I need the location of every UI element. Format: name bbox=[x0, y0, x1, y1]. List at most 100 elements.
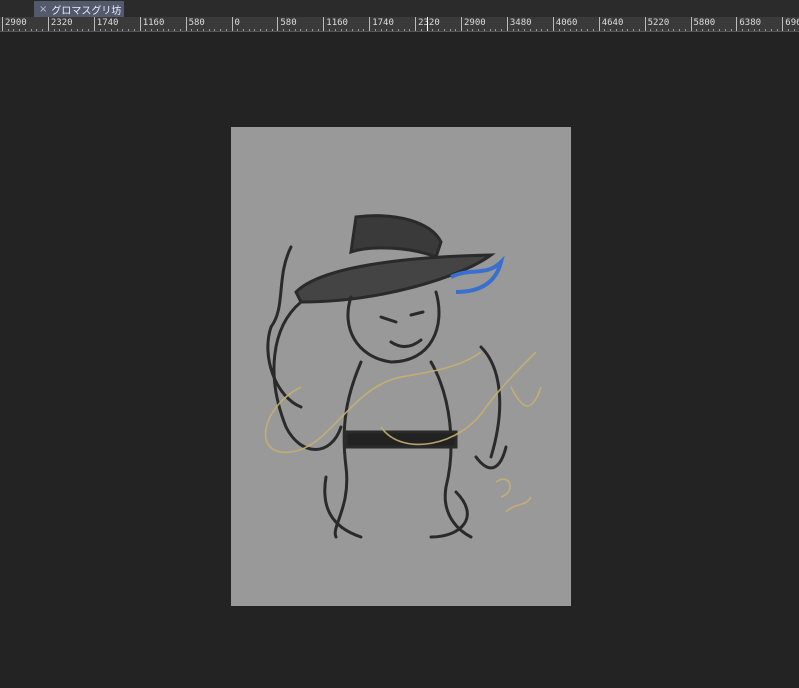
ruler-minor-tick bbox=[638, 29, 640, 31]
ruler-minor-tick bbox=[397, 29, 399, 31]
ruler-label: 0 bbox=[231, 17, 240, 31]
ruler-minor-tick bbox=[512, 29, 514, 31]
ruler-minor-tick bbox=[283, 29, 285, 31]
ruler-minor-tick bbox=[483, 29, 485, 31]
ruler-minor-tick bbox=[793, 29, 795, 31]
ruler-minor-tick bbox=[667, 29, 669, 31]
ruler-minor-tick bbox=[679, 29, 681, 31]
ruler-minor-tick bbox=[300, 29, 302, 31]
ruler-minor-tick bbox=[449, 29, 451, 31]
ruler-minor-tick bbox=[42, 29, 44, 31]
ruler-minor-tick bbox=[564, 29, 566, 31]
document-tab[interactable]: × グロマスグリ坊 bbox=[34, 1, 124, 17]
ruler-minor-tick bbox=[288, 29, 290, 31]
ruler-minor-tick bbox=[202, 29, 204, 31]
ruler-minor-tick bbox=[409, 29, 411, 31]
ruler-minor-tick bbox=[346, 29, 348, 31]
ruler-minor-tick bbox=[340, 29, 342, 31]
ruler-minor-tick bbox=[478, 29, 480, 31]
ruler-minor-tick bbox=[116, 29, 118, 31]
ruler-minor-tick bbox=[788, 29, 790, 31]
ruler-minor-tick bbox=[466, 29, 468, 31]
ruler-minor-tick bbox=[610, 29, 612, 31]
ruler-minor-tick bbox=[306, 29, 308, 31]
ruler-minor-tick bbox=[357, 29, 359, 31]
ruler-minor-tick bbox=[535, 29, 537, 31]
ruler-minor-tick bbox=[592, 29, 594, 31]
ruler-minor-tick bbox=[719, 29, 721, 31]
ruler-minor-tick bbox=[191, 29, 193, 31]
ruler-minor-tick bbox=[501, 29, 503, 31]
ruler-minor-tick bbox=[633, 29, 635, 31]
ruler-minor-tick bbox=[650, 29, 652, 31]
ruler-minor-tick bbox=[294, 29, 296, 31]
ruler-minor-tick bbox=[242, 29, 244, 31]
ruler-minor-tick bbox=[742, 29, 744, 31]
ruler-minor-tick bbox=[214, 29, 216, 31]
ruler-minor-tick bbox=[65, 29, 67, 31]
ruler-minor-tick bbox=[455, 29, 457, 31]
ruler-minor-tick bbox=[403, 29, 405, 31]
document-tab-title: グロマスグリ坊 bbox=[51, 5, 122, 17]
ruler-minor-tick bbox=[724, 29, 726, 31]
ruler-minor-tick bbox=[524, 29, 526, 31]
ruler-minor-tick bbox=[656, 29, 658, 31]
ruler-minor-tick bbox=[145, 29, 147, 31]
ruler-minor-tick bbox=[661, 29, 663, 31]
ruler-minor-tick bbox=[168, 29, 170, 31]
ruler-minor-tick bbox=[128, 29, 130, 31]
ruler-minor-tick bbox=[197, 29, 199, 31]
ruler-minor-tick bbox=[420, 29, 422, 31]
ruler-minor-tick bbox=[621, 29, 623, 31]
ruler-minor-tick bbox=[392, 29, 394, 31]
ruler-minor-tick bbox=[30, 29, 32, 31]
ruler-minor-tick bbox=[547, 29, 549, 31]
horizontal-ruler[interactable]: 2900 2320 1740 1160 580 0 580 1160 1740 2320 2900 3… bbox=[0, 17, 799, 32]
ruler-minor-tick bbox=[24, 29, 26, 31]
ruler-minor-tick bbox=[237, 29, 239, 31]
ruler-minor-tick bbox=[472, 29, 474, 31]
ruler-minor-tick bbox=[443, 29, 445, 31]
ruler-minor-tick bbox=[380, 29, 382, 31]
ruler-minor-tick bbox=[179, 29, 181, 31]
ruler-minor-tick bbox=[432, 29, 434, 31]
ruler-minor-tick bbox=[7, 29, 9, 31]
ruler-minor-tick bbox=[19, 29, 21, 31]
ruler-minor-tick bbox=[248, 29, 250, 31]
ruler-minor-tick bbox=[99, 29, 101, 31]
ruler-minor-tick bbox=[311, 29, 313, 31]
artwork-sketch bbox=[264, 214, 542, 539]
ruler-minor-tick bbox=[317, 29, 319, 31]
ruler-minor-tick bbox=[59, 29, 61, 31]
ruler-minor-tick bbox=[151, 29, 153, 31]
ruler-minor-tick bbox=[627, 29, 629, 31]
ruler-minor-tick bbox=[753, 29, 755, 31]
ruler-minor-tick bbox=[111, 29, 112, 31]
ruler-minor-tick bbox=[122, 29, 124, 31]
ruler-minor-tick bbox=[575, 29, 577, 31]
ruler-label: 696 bbox=[782, 17, 799, 31]
ruler-minor-tick bbox=[684, 29, 686, 31]
ruler-minor-tick bbox=[220, 29, 222, 31]
ruler-minor-tick bbox=[541, 29, 543, 31]
ruler-minor-tick bbox=[558, 29, 560, 31]
ruler-minor-tick bbox=[730, 29, 732, 31]
drawing-canvas[interactable] bbox=[231, 127, 571, 606]
ruler-minor-tick bbox=[174, 29, 176, 31]
ruler-minor-tick bbox=[53, 29, 55, 31]
close-tab-icon[interactable]: × bbox=[39, 4, 47, 15]
ruler-minor-tick bbox=[587, 29, 589, 31]
ruler-minor-tick bbox=[225, 29, 227, 31]
ruler-minor-tick bbox=[162, 29, 164, 31]
ruler-minor-tick bbox=[570, 29, 571, 31]
ruler-minor-tick bbox=[776, 29, 778, 31]
ruler-minor-tick bbox=[208, 29, 210, 31]
ruler-minor-tick bbox=[765, 29, 767, 31]
ruler-minor-tick bbox=[334, 29, 336, 31]
ruler-minor-tick bbox=[374, 29, 376, 31]
ruler-minor-tick bbox=[770, 29, 772, 31]
ruler-cursor-marker bbox=[427, 17, 428, 31]
ruler-minor-tick bbox=[707, 29, 709, 31]
ruler-minor-tick bbox=[604, 29, 606, 31]
ruler-minor-tick bbox=[489, 29, 491, 31]
